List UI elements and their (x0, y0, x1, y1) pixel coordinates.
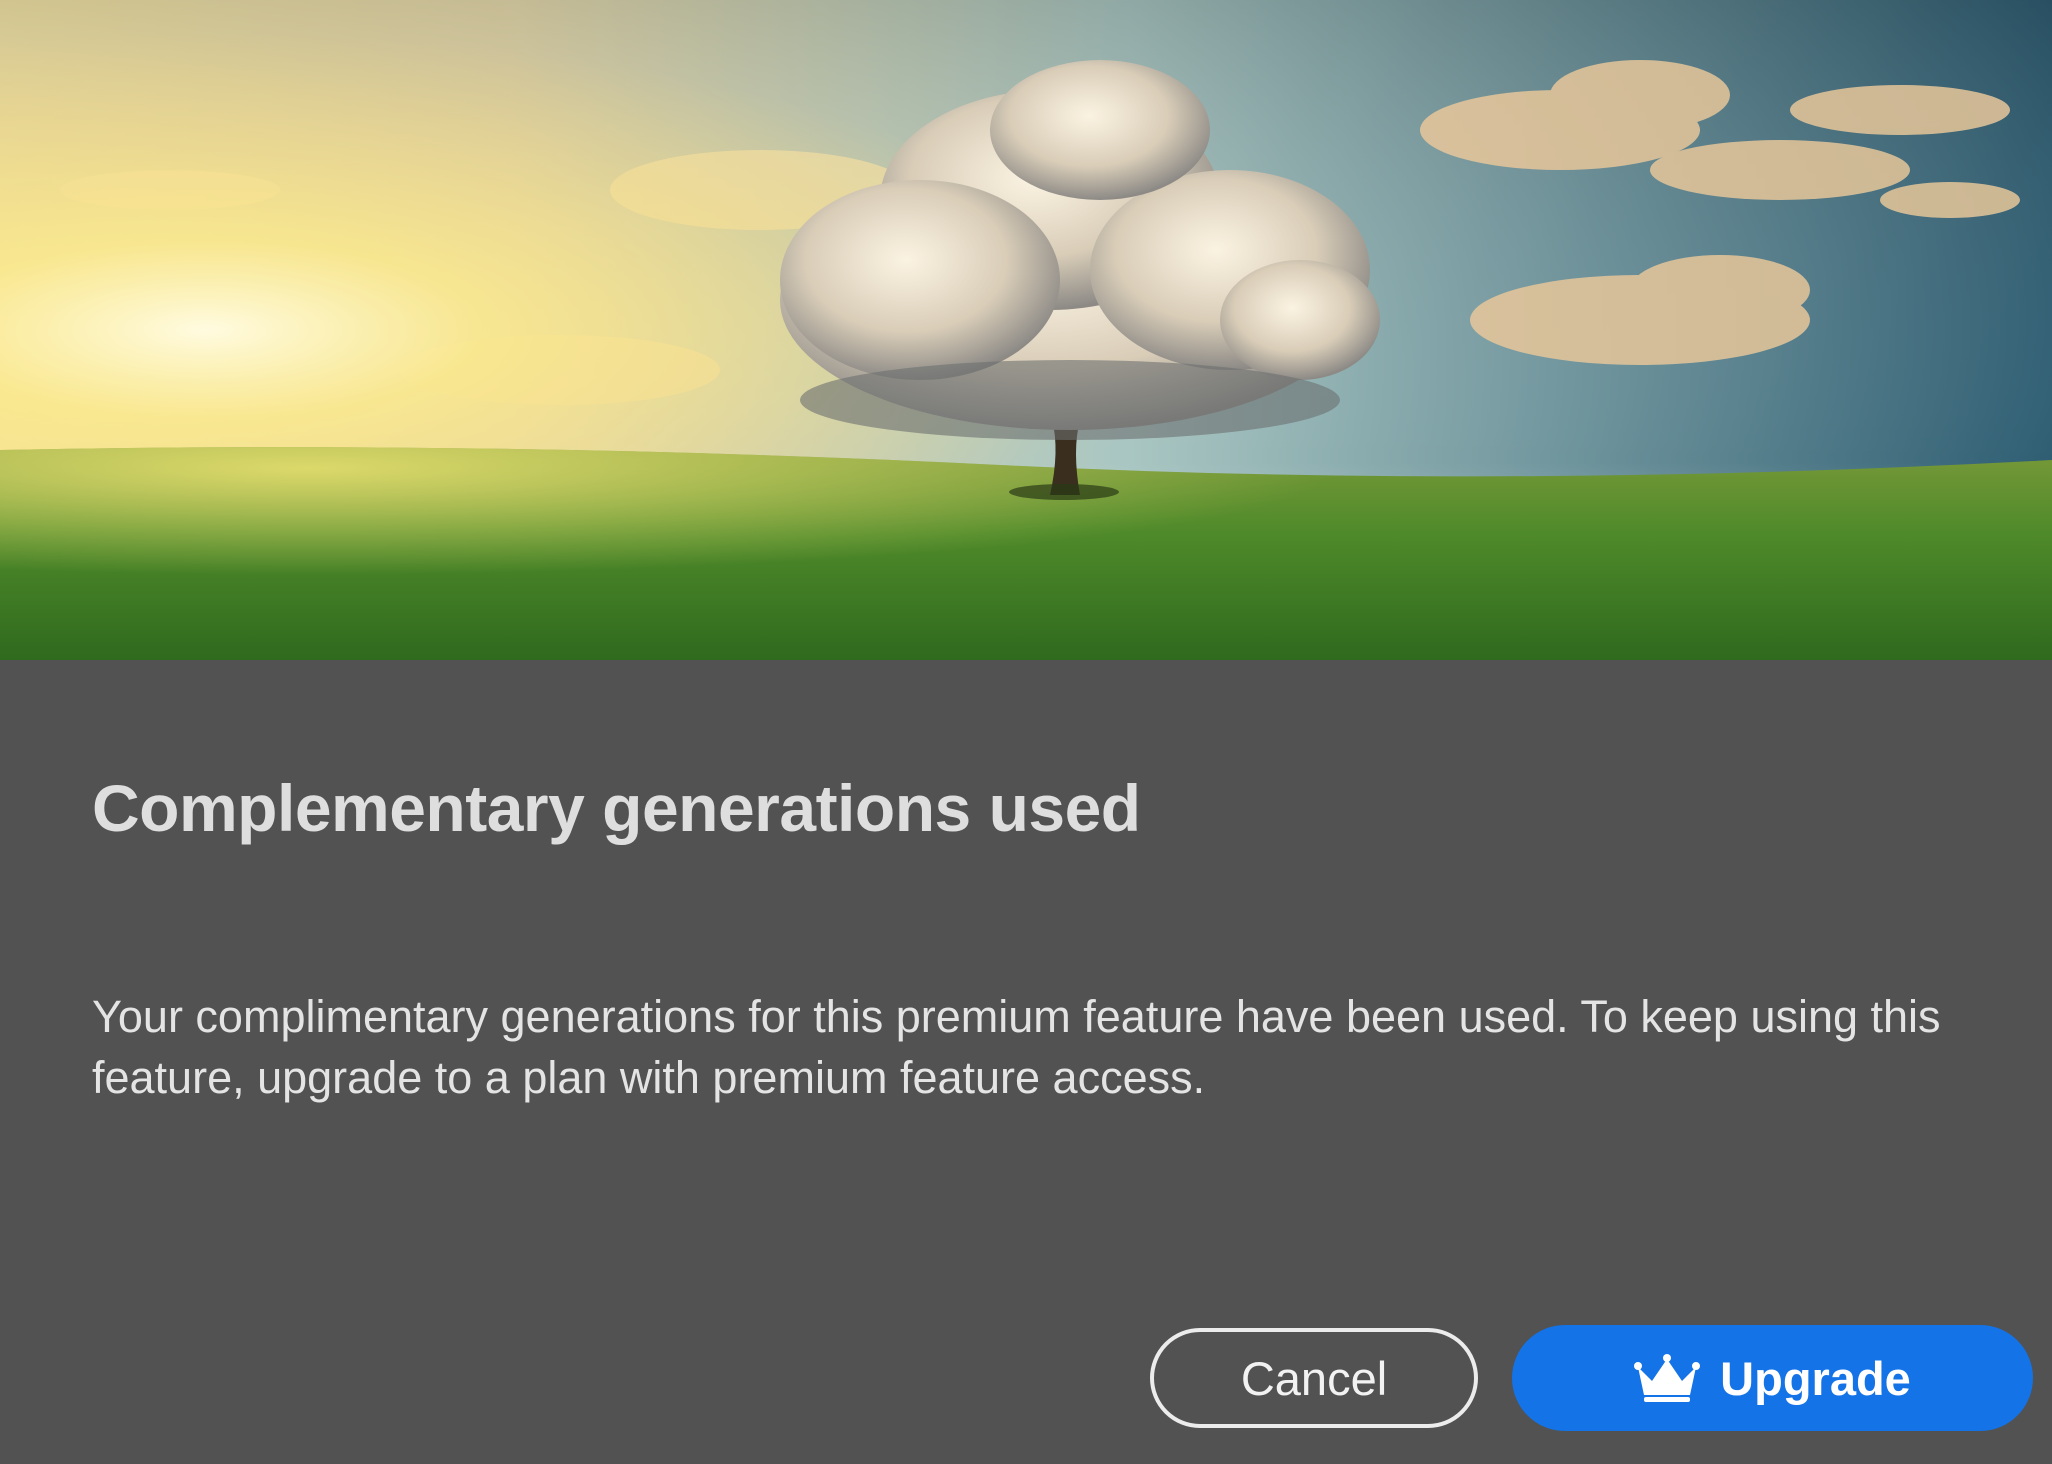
upgrade-dialog: Complementary generations used Your comp… (0, 0, 2052, 1464)
cancel-button-label: Cancel (1240, 1351, 1388, 1405)
upgrade-button-label: Upgrade (1720, 1351, 1911, 1405)
hero-image (0, 0, 2052, 660)
dialog-title: Complementary generations used (92, 771, 1141, 845)
cancel-button[interactable]: Cancel (1150, 1328, 1478, 1428)
dialog-message: Your complimentary generations for this … (92, 991, 1941, 1103)
upgrade-button[interactable]: Upgrade (1512, 1325, 2033, 1431)
crown-icon (1634, 1353, 1701, 1403)
